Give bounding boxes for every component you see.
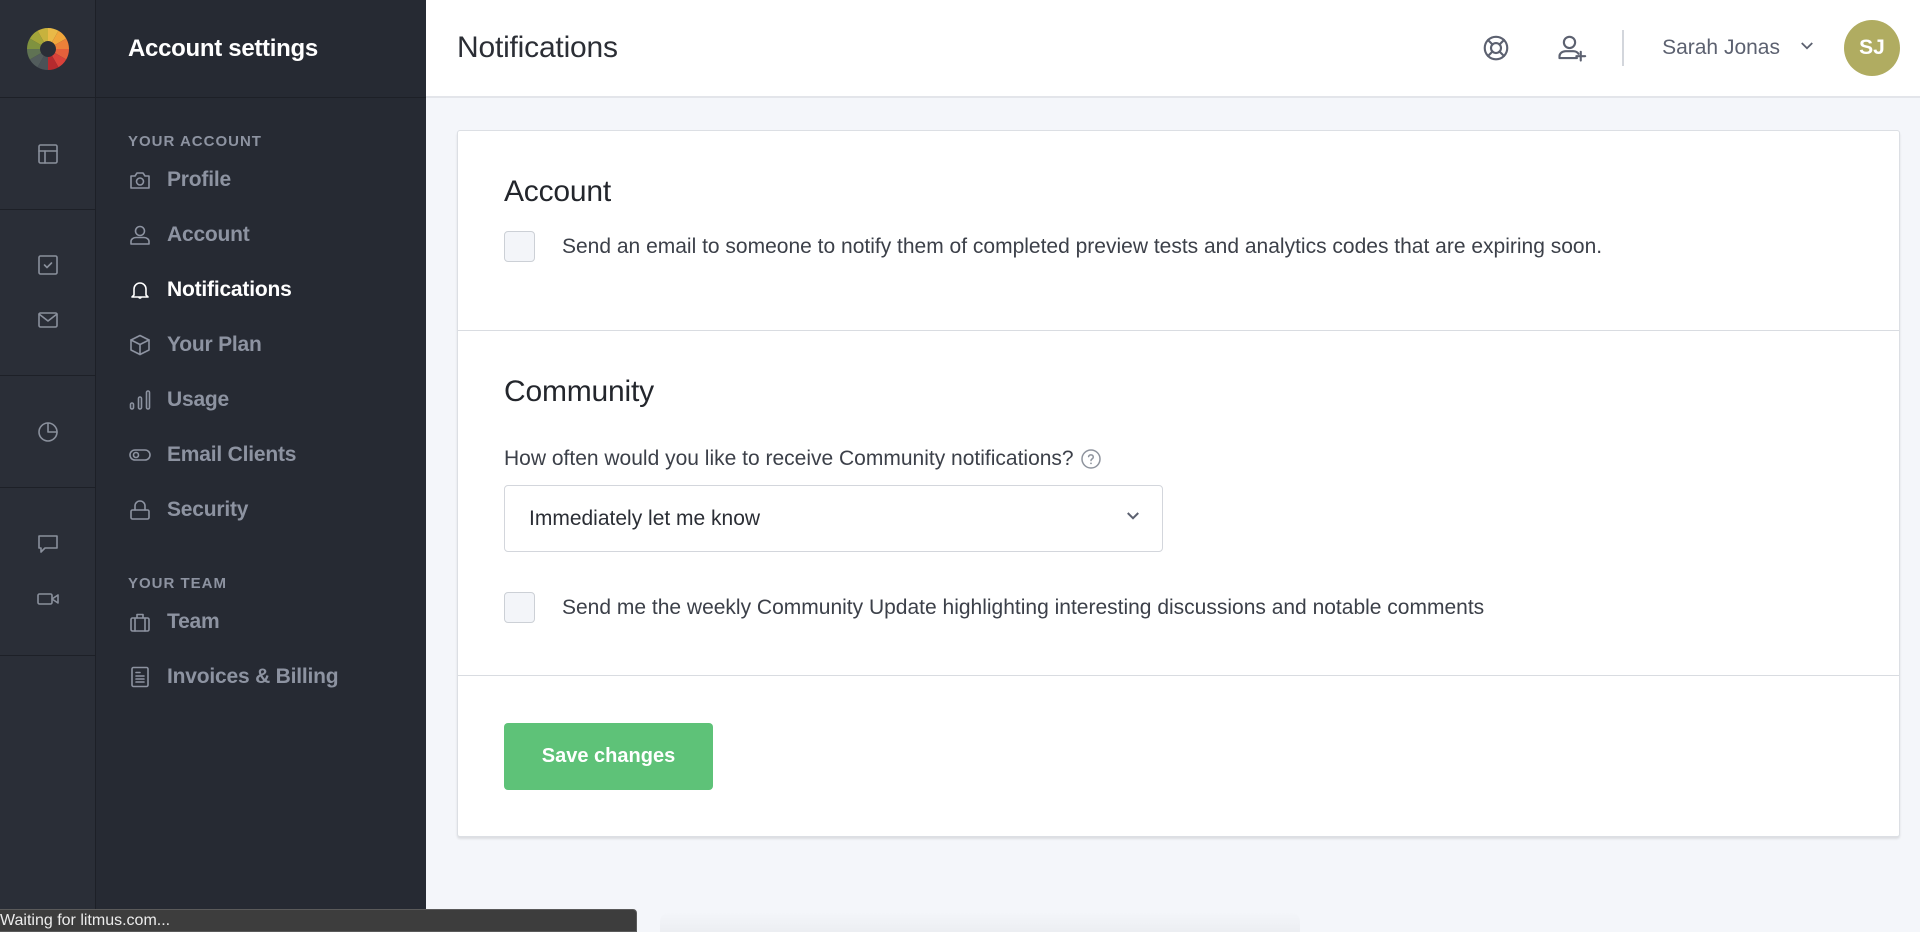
header-divider [1622,30,1625,66]
avatar[interactable]: SJ [1844,20,1900,76]
sidebar-item-notifications[interactable]: Notifications [96,262,426,317]
sidebar-item-label: Email Clients [167,442,297,466]
chevron-down-icon [1801,41,1813,50]
rail-group-design [0,98,95,210]
sidebar-item-label: Team [167,609,220,633]
settings-sidebar: Account settings YOUR ACCOUNT Profile Ac… [96,0,426,932]
layout-icon [37,143,58,164]
question-help-button[interactable] [1080,448,1102,470]
save-changes-button[interactable]: Save changes [504,723,713,790]
sidebar-item-profile[interactable]: Profile [96,152,426,207]
logo[interactable] [0,0,95,98]
sidebar-item-label: Usage [167,387,230,411]
top-bar: Notifications Sarah Jonas SJ [426,0,1920,98]
user-icon [130,225,150,245]
community-section-title: Community [504,375,654,408]
user-menu-name[interactable]: Sarah Jonas [1662,36,1780,60]
notifications-card: Account Send an email to someone to noti… [457,130,1900,837]
account-section: Account Send an email to someone to noti… [458,131,1899,331]
pie-chart-icon [37,421,58,442]
section-label-your-team: YOUR TEAM [128,575,227,592]
rail-email-button[interactable] [0,293,96,348]
toggle-icon [129,448,151,461]
icon-rail [0,0,96,932]
chat-bubble-icon [37,535,58,553]
help-circle-icon [1080,449,1101,469]
account-email-option: Send an email to someone to notify them … [504,231,1899,262]
account-email-checkbox[interactable] [504,231,535,262]
litmus-logo-icon [26,27,69,70]
rail-video-button[interactable] [0,572,96,627]
community-section: Community How often would you like to re… [458,331,1899,676]
sidebar-item-label: Invoices & Billing [167,664,339,688]
video-camera-icon [36,593,59,605]
user-menu-toggle[interactable] [1798,37,1816,60]
rail-group-test [0,210,95,376]
bell-icon [131,281,149,299]
top-actions: Sarah Jonas SJ [1440,20,1920,76]
rail-builder-button[interactable] [0,126,96,181]
sidebar-item-label: Your Plan [167,332,262,356]
chevron-down-icon [1127,512,1139,520]
sidebar-item-invoices-billing[interactable]: Invoices & Billing [96,649,426,704]
section-label-your-account: YOUR ACCOUNT [128,133,262,150]
weekly-update-checkbox-label[interactable]: Send me the weekly Community Update high… [562,596,1484,620]
weekly-update-checkbox[interactable] [504,592,535,623]
sidebar-item-team[interactable]: Team [96,594,426,649]
account-section-title: Account [504,175,611,208]
mail-icon [37,312,58,328]
lifebuoy-icon [1483,35,1509,61]
sidebar-item-label: Account [167,222,250,246]
sidebar-item-label: Profile [167,167,231,191]
box-icon [130,334,150,355]
page-title: Notifications [457,31,618,64]
bar-chart-icon [129,389,151,410]
account-email-checkbox-label[interactable]: Send an email to someone to notify them … [562,235,1602,259]
lock-icon [130,499,150,520]
invite-user-button[interactable] [1552,28,1592,68]
rail-analytics-button[interactable] [0,404,96,459]
sidebar-item-account[interactable]: Account [96,207,426,262]
save-section: Save changes [458,676,1899,790]
rail-group-analytics [0,376,95,488]
sidebar-item-label: Security [167,497,249,521]
rail-group-community [0,488,95,656]
browser-status-bar: Waiting for litmus.com... [0,909,637,932]
document-icon [131,666,149,687]
camera-icon [130,171,150,189]
rail-community-button[interactable] [0,517,96,572]
sidebar-item-label: Notifications [167,277,292,301]
community-frequency-value: Immediately let me know [529,506,761,530]
sidebar-title: Account settings [96,0,426,98]
community-frequency-question: How often would you like to receive Comm… [504,447,1899,471]
bottom-shade [660,912,1300,932]
sidebar-item-usage[interactable]: Usage [96,372,426,427]
help-button[interactable] [1476,28,1516,68]
sidebar-item-email-clients[interactable]: Email Clients [96,427,426,482]
briefcase-icon [130,613,150,632]
community-frequency-select[interactable]: Immediately let me know [504,485,1163,552]
weekly-update-option: Send me the weekly Community Update high… [504,592,1899,623]
community-frequency-label: How often would you like to receive Comm… [504,447,1074,470]
add-user-icon [1558,35,1587,62]
rail-checklist-button[interactable] [0,238,96,293]
checklist-icon [37,255,58,275]
sidebar-item-your-plan[interactable]: Your Plan [96,317,426,372]
select-chevron [1124,507,1142,530]
sidebar-item-security[interactable]: Security [96,482,426,537]
